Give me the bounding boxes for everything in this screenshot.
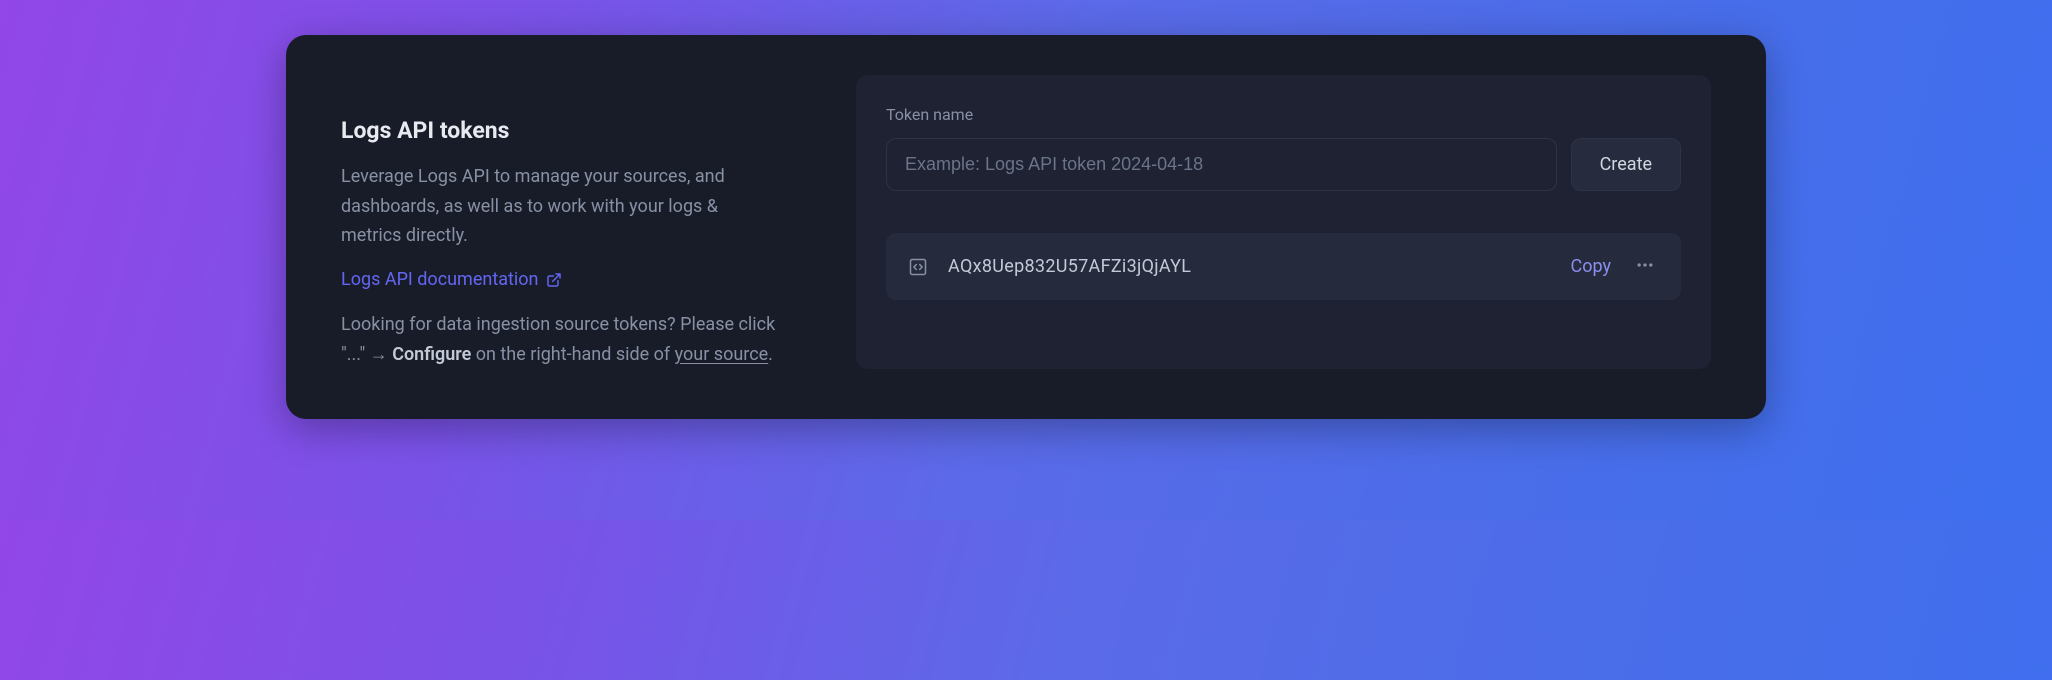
external-link-icon (546, 272, 562, 288)
documentation-link-label: Logs API documentation (341, 269, 538, 290)
ellipsis-icon (1635, 255, 1655, 278)
hint-text: Looking for data ingestion source tokens… (341, 310, 781, 369)
more-options-button[interactable] (1631, 251, 1659, 282)
token-value: AQx8Uep832U57AFZi3jQjAYL (948, 256, 1550, 277)
hint-strong: Configure (392, 344, 471, 365)
token-code-icon (908, 257, 928, 277)
your-source-link[interactable]: your source (675, 344, 769, 365)
hint-part3: . (768, 344, 773, 365)
hint-part2: on the right-hand side of (471, 344, 674, 365)
documentation-link[interactable]: Logs API documentation (341, 269, 562, 290)
section-description: Leverage Logs API to manage your sources… (341, 162, 781, 251)
copy-button[interactable]: Copy (1570, 256, 1611, 277)
token-name-label: Token name (886, 105, 1681, 124)
section-title: Logs API tokens (341, 117, 781, 144)
token-panel: Token name Create AQx8Uep832U57AFZi3jQjA… (856, 75, 1711, 369)
info-column: Logs API tokens Leverage Logs API to man… (341, 75, 781, 369)
api-tokens-card: Logs API tokens Leverage Logs API to man… (286, 35, 1766, 419)
create-button[interactable]: Create (1571, 138, 1681, 191)
create-token-row: Create (886, 138, 1681, 191)
token-name-input[interactable] (886, 138, 1557, 191)
token-row: AQx8Uep832U57AFZi3jQjAYL Copy (886, 233, 1681, 300)
